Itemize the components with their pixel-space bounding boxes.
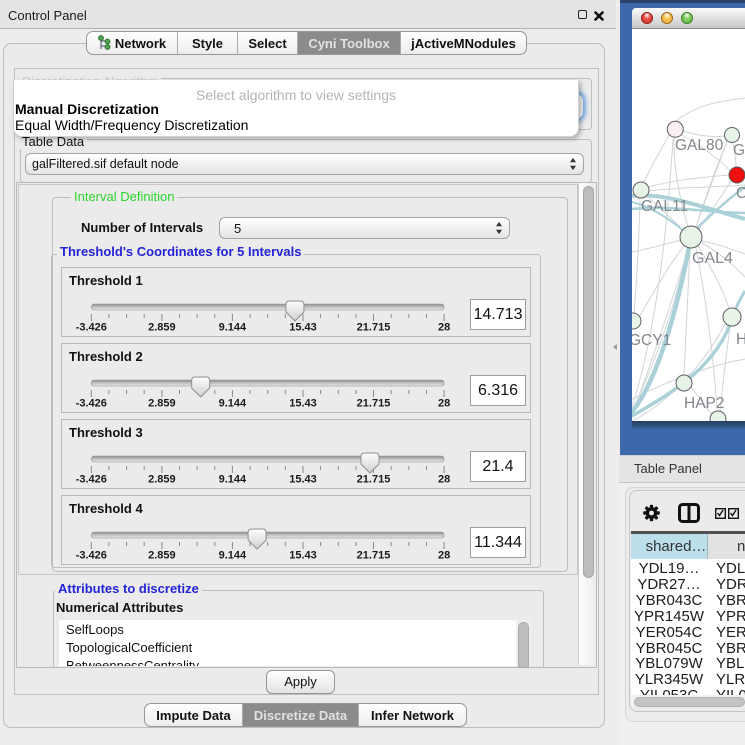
svg-text:28: 28 [438,550,450,562]
svg-text:H: H [736,331,745,348]
svg-text:28: 28 [438,398,450,410]
svg-text:2.859: 2.859 [148,550,176,562]
svg-text:15.43: 15.43 [289,398,317,410]
svg-text:9.144: 9.144 [219,398,247,410]
svg-text:28: 28 [438,322,450,334]
svg-text:21.715: 21.715 [357,322,391,334]
svg-text:2.859: 2.859 [148,474,176,486]
svg-text:-3.426: -3.426 [76,550,107,562]
svg-text:9.144: 9.144 [219,550,247,562]
svg-text:21.715: 21.715 [357,550,391,562]
svg-text:15.43: 15.43 [289,322,317,334]
svg-text:9.144: 9.144 [219,474,247,486]
svg-text:GCY1: GCY1 [632,332,671,349]
svg-text:15.43: 15.43 [289,550,317,562]
svg-text:-3.426: -3.426 [76,474,107,486]
svg-text:-3.426: -3.426 [76,398,107,410]
svg-text:C: C [736,185,745,202]
svg-text:-3.426: -3.426 [76,322,107,334]
svg-text:21.715: 21.715 [357,474,391,486]
svg-text:GAL11: GAL11 [641,198,688,215]
svg-text:28: 28 [438,474,450,486]
svg-text:GAL4: GAL4 [692,250,733,267]
svg-text:2.859: 2.859 [148,398,176,410]
svg-text:9.144: 9.144 [219,322,247,334]
svg-text:15.43: 15.43 [289,474,317,486]
svg-text:GA: GA [733,142,745,159]
svg-text:2.859: 2.859 [148,322,176,334]
svg-text:HAP2: HAP2 [684,395,725,412]
svg-text:21.715: 21.715 [357,398,391,410]
svg-text:GAL80: GAL80 [675,137,724,154]
